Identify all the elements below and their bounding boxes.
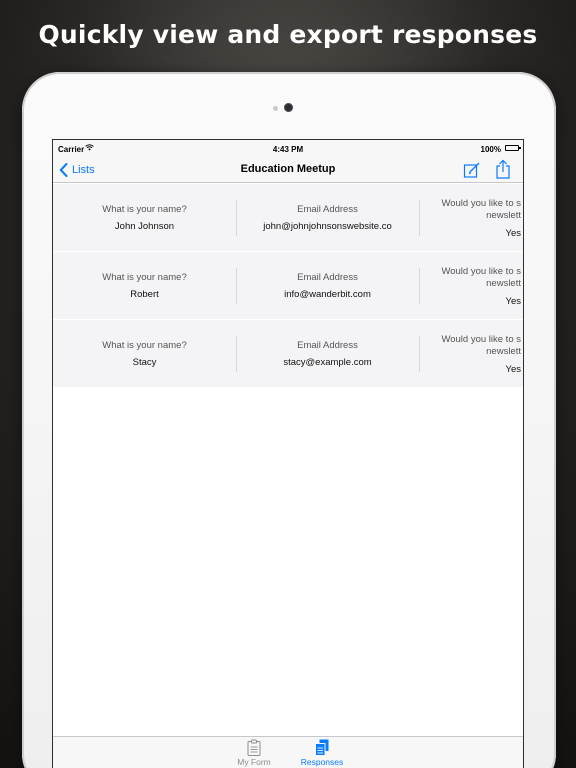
status-bar: Carrier 4:43 PM 100%: [53, 140, 523, 158]
tab-bar: My Form Responses: [53, 736, 523, 768]
ipad-sensor: [273, 106, 278, 111]
compose-icon[interactable]: [463, 161, 481, 179]
page-title: Education Meetup: [240, 163, 336, 175]
question-line: newslett: [486, 277, 521, 289]
email-cell: Email Address stacy@example.com: [236, 320, 419, 388]
newsletter-cell: Would you like to s newslett Yes: [419, 320, 523, 388]
column-question: Email Address: [297, 272, 358, 283]
ipad-camera: [284, 103, 293, 112]
cell-value: Robert: [130, 289, 159, 300]
newsletter-cell: Would you like to s newslett Yes: [419, 252, 523, 320]
cell-value: Yes: [505, 363, 522, 375]
column-question: What is your name?: [102, 204, 187, 215]
cell-value: John Johnson: [114, 221, 175, 232]
cell-value: john@johnjohnsonswebsite.co: [263, 221, 392, 232]
column-question: Would you like to s newslett: [441, 266, 521, 290]
column-question: What is your name?: [102, 340, 187, 351]
newsletter-cell: Would you like to s newslett Yes: [419, 184, 523, 252]
question-line: Would you like to s: [441, 197, 521, 209]
question-line: newslett: [486, 209, 521, 221]
name-cell: What is your name? John Johnson: [53, 184, 236, 252]
name-cell: What is your name? Stacy: [53, 320, 236, 388]
table-row[interactable]: What is your name? John Johnson Email Ad…: [53, 184, 523, 252]
question-line: Would you like to s: [441, 265, 521, 277]
column-question: What is your name?: [102, 272, 187, 283]
cell-value: stacy@example.com: [283, 357, 372, 368]
column-question: Would you like to s newslett: [441, 198, 521, 222]
battery-icon: [505, 145, 521, 151]
documents-icon: [315, 739, 329, 756]
name-cell: What is your name? Robert: [53, 252, 236, 320]
tab-label: Responses: [300, 757, 344, 767]
tab-responses[interactable]: Responses: [292, 739, 352, 767]
navigation-bar: Lists Education Meetup: [53, 158, 523, 183]
column-question: Email Address: [297, 340, 358, 351]
table-row[interactable]: What is your name? Robert Email Address …: [53, 252, 523, 320]
cell-value: Yes: [505, 227, 522, 239]
email-cell: Email Address john@johnjohnsonswebsite.c…: [236, 184, 419, 252]
question-line: newslett: [486, 345, 521, 357]
clipboard-icon: [247, 739, 261, 756]
cell-value: info@wanderbit.com: [284, 289, 371, 300]
responses-table: What is your name? John Johnson Email Ad…: [53, 184, 523, 388]
battery-percent: 100%: [480, 145, 501, 154]
cell-value: Yes: [505, 295, 522, 307]
column-question: Would you like to s newslett: [441, 334, 521, 358]
clock-label: 4:43 PM: [272, 145, 304, 154]
cell-value: Stacy: [132, 357, 157, 368]
table-row[interactable]: What is your name? Stacy Email Address s…: [53, 320, 523, 388]
column-question: Email Address: [297, 204, 358, 215]
share-icon[interactable]: [494, 159, 512, 179]
app-screen: Carrier 4:43 PM 100% Lists Education Mee…: [52, 139, 524, 768]
question-line: Would you like to s: [441, 333, 521, 345]
promo-headline: Quickly view and export responses: [38, 20, 538, 49]
tab-my-form[interactable]: My Form: [224, 739, 284, 767]
tab-label: My Form: [237, 757, 271, 767]
email-cell: Email Address info@wanderbit.com: [236, 252, 419, 320]
